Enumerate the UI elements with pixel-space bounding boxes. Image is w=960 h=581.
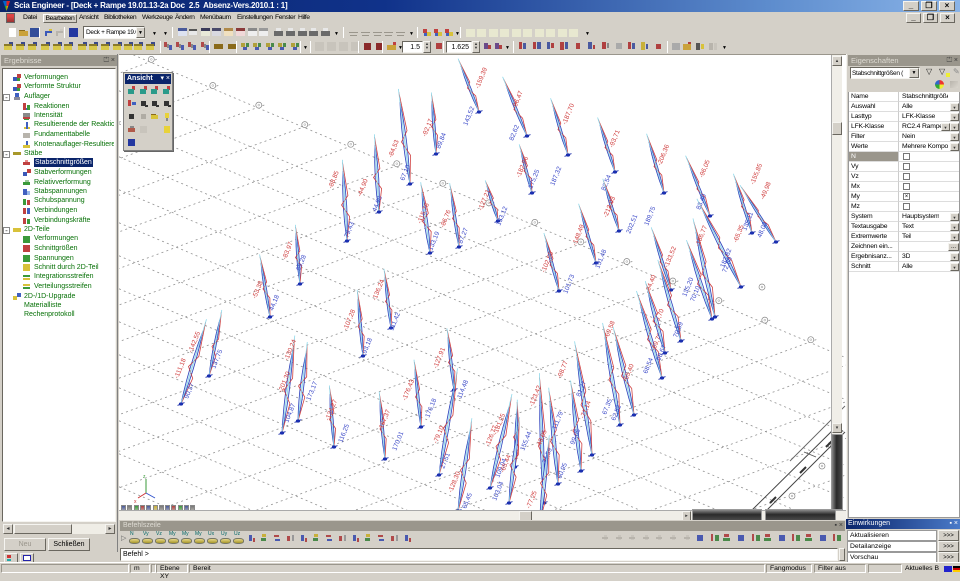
svg-text:187,32: 187,32	[549, 165, 563, 186]
svg-text:-136,24: -136,24	[371, 278, 386, 301]
svg-text:170,01: 170,01	[391, 430, 405, 451]
svg-text:44,98: 44,98	[371, 195, 384, 213]
svg-text:151,48: 151,48	[594, 248, 608, 269]
svg-text:-148,49: -148,49	[571, 223, 586, 246]
svg-text:68,54: 68,54	[642, 357, 655, 375]
svg-text:-176,43: -176,43	[401, 378, 416, 401]
svg-text:116,25: 116,25	[337, 423, 351, 444]
svg-text:-84,53: -84,53	[387, 139, 401, 159]
svg-text:-98,77: -98,77	[556, 360, 570, 380]
svg-text:-49,98: -49,98	[759, 181, 773, 201]
svg-text:-206,36: -206,36	[656, 143, 671, 166]
svg-text:-93,71: -93,71	[608, 129, 622, 149]
svg-text:82,62: 82,62	[508, 124, 521, 142]
svg-text:60,95: 60,95	[556, 462, 569, 480]
svg-text:-83,97: -83,97	[281, 241, 295, 261]
svg-text:-86,76: -86,76	[439, 209, 453, 229]
svg-text:-115,76: -115,76	[416, 202, 431, 225]
svg-text:173,17: 173,17	[305, 380, 319, 401]
svg-text:93,18: 93,18	[361, 337, 374, 355]
svg-text:-88,85: -88,85	[327, 170, 341, 190]
svg-text:-167,37: -167,37	[377, 408, 392, 431]
svg-text:-127,91: -127,91	[432, 346, 447, 369]
svg-text:-44,90: -44,90	[356, 178, 370, 198]
svg-text:-96,47: -96,47	[511, 90, 525, 110]
svg-text:-111,18: -111,18	[173, 357, 188, 380]
svg-text:103,04: 103,04	[491, 480, 505, 501]
svg-text:202,51: 202,51	[625, 213, 639, 234]
svg-text:114,48: 114,48	[456, 379, 470, 400]
svg-text:-53,38: -53,38	[251, 280, 265, 300]
svg-text:-159,39: -159,39	[474, 66, 489, 89]
svg-text:-107,28: -107,28	[342, 308, 357, 331]
svg-text:-130,24: -130,24	[283, 338, 298, 361]
svg-text:-96,05: -96,05	[698, 159, 712, 179]
svg-text:44,18: 44,18	[268, 294, 281, 312]
svg-text:189,75: 189,75	[643, 205, 657, 226]
svg-text:62,52: 62,52	[610, 404, 623, 422]
svg-text:-187,70: -187,70	[561, 102, 576, 125]
svg-text:-155,85: -155,85	[749, 162, 764, 185]
svg-text:81,27: 81,27	[575, 380, 588, 398]
svg-text:-65,35: -65,35	[732, 224, 746, 244]
svg-text:-69,58: -69,58	[603, 320, 617, 340]
svg-text:176,18: 176,18	[424, 397, 438, 418]
svg-text:-65,40: -65,40	[622, 363, 636, 383]
svg-text:-43,05: -43,05	[535, 429, 549, 449]
svg-text:155,44: 155,44	[519, 430, 533, 451]
svg-text:-133,52: -133,52	[663, 245, 678, 268]
svg-text:143,52: 143,52	[462, 105, 476, 126]
